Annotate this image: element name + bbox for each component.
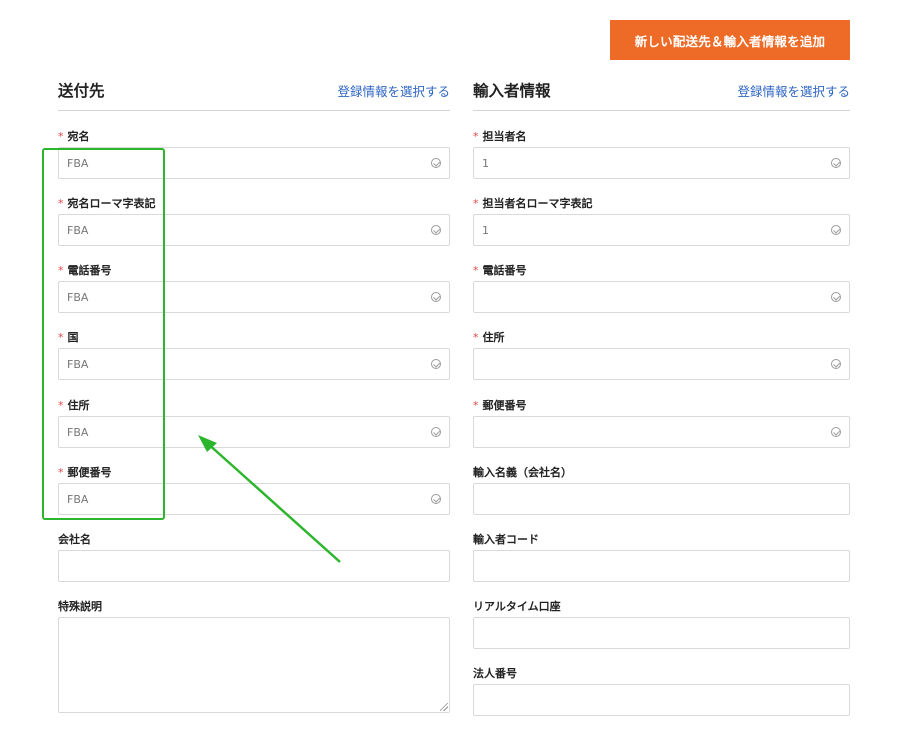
corporate-number-input[interactable] xyxy=(473,684,850,716)
required-marker: * xyxy=(58,197,64,210)
section-title: 輸入者情報 xyxy=(473,82,551,100)
field-contact-romaji: * 担当者名ローマ字表記 1 xyxy=(473,197,850,246)
check-circle-icon xyxy=(831,292,841,302)
field-address: * 住所 FBA xyxy=(58,399,450,448)
input-value: 1 xyxy=(482,156,489,170)
required-marker: * xyxy=(58,264,64,277)
recipient-romaji-input[interactable]: FBA xyxy=(58,214,450,246)
importer-postal-code-input[interactable] xyxy=(473,416,850,448)
importer-info-section: 輸入者情報 登録情報を選択する * 担当者名 1 * 担当者名ローマ字表記 1 * 電… xyxy=(473,70,850,716)
field-phone: * 電話番号 FBA xyxy=(58,264,450,313)
field-label: 会社名 xyxy=(58,533,91,546)
required-marker: * xyxy=(473,399,479,412)
company-name-input[interactable] xyxy=(58,550,450,582)
field-label: 住所 xyxy=(482,331,505,344)
required-marker: * xyxy=(473,331,479,344)
contact-name-input[interactable]: 1 xyxy=(473,147,850,179)
field-importer-code: 輸入者コード xyxy=(473,533,850,582)
field-postal-code: * 郵便番号 FBA xyxy=(58,466,450,515)
field-contact-name: * 担当者名 1 xyxy=(473,130,850,179)
select-registered-link[interactable]: 登録情報を選択する xyxy=(337,81,450,100)
required-marker: * xyxy=(58,130,64,143)
importer-code-input[interactable] xyxy=(473,550,850,582)
required-marker: * xyxy=(473,197,479,210)
field-label: 住所 xyxy=(67,399,90,412)
check-circle-icon xyxy=(431,359,441,369)
field-importer-address: * 住所 xyxy=(473,331,850,380)
field-corporate-number: 法人番号 xyxy=(473,667,850,716)
realtime-account-input[interactable] xyxy=(473,617,850,649)
field-label: 法人番号 xyxy=(473,667,517,680)
select-registered-link[interactable]: 登録情報を選択する xyxy=(737,81,850,100)
input-value: 1 xyxy=(482,223,489,237)
section-title: 送付先 xyxy=(58,82,105,100)
input-value: FBA xyxy=(67,425,89,439)
input-value: FBA xyxy=(67,357,89,371)
field-label: 担当者名 xyxy=(482,130,527,143)
check-circle-icon xyxy=(431,158,441,168)
check-circle-icon xyxy=(431,225,441,235)
field-recipient-romaji: * 宛名ローマ字表記 FBA xyxy=(58,197,450,246)
field-label: 国 xyxy=(67,331,79,344)
field-country: * 国 FBA xyxy=(58,331,450,380)
country-input[interactable]: FBA xyxy=(58,348,450,380)
special-notes-textarea[interactable] xyxy=(58,617,450,713)
field-label: 郵便番号 xyxy=(482,399,527,412)
input-value: FBA xyxy=(67,290,89,304)
section-header: 輸入者情報 登録情報を選択する xyxy=(473,70,850,111)
input-value: FBA xyxy=(67,223,89,237)
field-importer-phone: * 電話番号 xyxy=(473,264,850,313)
required-marker: * xyxy=(473,264,479,277)
field-importer-postal-code: * 郵便番号 xyxy=(473,399,850,448)
field-label: 宛名 xyxy=(67,130,90,143)
check-circle-icon xyxy=(831,359,841,369)
field-label: 郵便番号 xyxy=(67,466,112,479)
phone-input[interactable]: FBA xyxy=(58,281,450,313)
address-input[interactable]: FBA xyxy=(58,416,450,448)
check-circle-icon xyxy=(831,427,841,437)
importer-address-input[interactable] xyxy=(473,348,850,380)
add-destination-importer-button[interactable]: 新しい配送先＆輸入者情報を追加 xyxy=(610,20,850,60)
field-company-name: 会社名 xyxy=(58,533,450,582)
recipient-name-input[interactable]: FBA xyxy=(58,147,450,179)
field-importer-company-name: 輸入名義（会社名） xyxy=(473,466,850,515)
check-circle-icon xyxy=(431,494,441,504)
field-label: 特殊説明 xyxy=(58,600,102,613)
field-realtime-account: リアルタイム口座 xyxy=(473,600,850,649)
check-circle-icon xyxy=(831,225,841,235)
required-marker: * xyxy=(58,466,64,479)
field-label: 輸入名義（会社名） xyxy=(473,466,572,479)
field-recipient-name: * 宛名 FBA xyxy=(58,130,450,179)
field-label: 輸入者コード xyxy=(473,533,539,546)
field-label: リアルタイム口座 xyxy=(473,600,561,613)
check-circle-icon xyxy=(831,158,841,168)
section-header: 送付先 登録情報を選択する xyxy=(58,70,450,111)
field-label: 担当者名ローマ字表記 xyxy=(482,197,593,210)
postal-code-input[interactable]: FBA xyxy=(58,483,450,515)
check-circle-icon xyxy=(431,292,441,302)
field-label: 電話番号 xyxy=(67,264,112,277)
required-marker: * xyxy=(473,130,479,143)
shipping-destination-section: 送付先 登録情報を選択する * 宛名 FBA * 宛名ローマ字表記 FBA * 電話番… xyxy=(58,70,450,713)
field-label: 宛名ローマ字表記 xyxy=(67,197,156,210)
required-marker: * xyxy=(58,399,64,412)
input-value: FBA xyxy=(67,156,89,170)
field-label: 電話番号 xyxy=(482,264,527,277)
field-special-notes: 特殊説明 xyxy=(58,600,450,713)
required-marker: * xyxy=(58,331,64,344)
input-value: FBA xyxy=(67,492,89,506)
check-circle-icon xyxy=(431,427,441,437)
importer-company-name-input[interactable] xyxy=(473,483,850,515)
importer-phone-input[interactable] xyxy=(473,281,850,313)
resize-handle-icon[interactable] xyxy=(440,703,448,711)
contact-romaji-input[interactable]: 1 xyxy=(473,214,850,246)
